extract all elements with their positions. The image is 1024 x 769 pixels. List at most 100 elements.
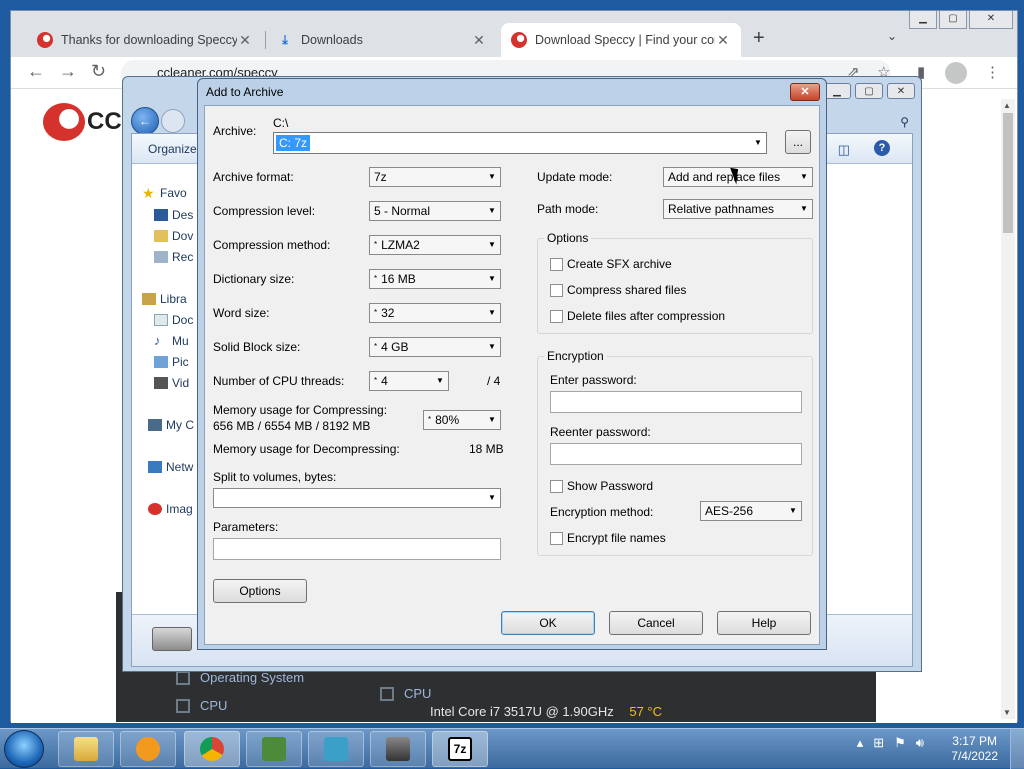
nav-computer[interactable]: My C [148, 418, 194, 432]
checkbox-box[interactable] [550, 479, 563, 493]
memory-usage-select[interactable]: * 80% ▼ [423, 410, 501, 430]
show-desktop-button[interactable] [1010, 729, 1024, 769]
forward-arrow-icon[interactable] [161, 109, 185, 133]
archive-name-input[interactable]: C: 7z ▼ [273, 132, 767, 154]
cpu-threads-select[interactable]: * 4 ▼ [369, 371, 449, 391]
reenter-password-label: Reenter password: [550, 425, 651, 439]
action-center-icon[interactable]: ⚑ [894, 735, 906, 751]
profile-avatar-icon[interactable] [945, 62, 967, 84]
cpu-model: Intel Core i7 3517U @ 1.90GHz [430, 704, 614, 719]
preview-pane-icon[interactable]: ◫ [838, 142, 850, 158]
nav-downloads[interactable]: Dov [154, 229, 193, 243]
delete-after-checkbox[interactable]: Delete files after compression [550, 309, 725, 323]
help-icon[interactable]: ? [874, 140, 890, 156]
password-input[interactable] [550, 391, 802, 413]
compress-shared-checkbox[interactable]: Compress shared files [550, 283, 686, 297]
archive-format-select[interactable]: 7z ▼ [369, 167, 501, 187]
taskbar-archive-tool[interactable] [370, 731, 426, 767]
compression-method-select[interactable]: * LZMA2 ▼ [369, 235, 501, 255]
reenter-password-input[interactable] [550, 443, 802, 465]
help-button[interactable]: Help [717, 611, 811, 635]
taskbar-network-tool[interactable] [246, 731, 302, 767]
nav-favorites[interactable]: ★ Favo [142, 186, 187, 200]
volume-icon[interactable]: 🔊︎ [916, 735, 924, 751]
taskbar-chrome[interactable] [184, 731, 240, 767]
organize-button[interactable]: Organize [148, 142, 197, 156]
close-icon[interactable]: ✕ [887, 83, 915, 99]
nav-libraries[interactable]: Libra [142, 292, 187, 306]
speccy-cpu-label: CPU [200, 698, 228, 713]
scroll-up-icon[interactable]: ▲ [1003, 101, 1011, 110]
nav-videos[interactable]: Vid [154, 376, 189, 390]
menu-kebab-icon[interactable]: ⋮ [985, 63, 1000, 81]
tab-downloads[interactable]: ⤓ Downloads ✕ [267, 23, 497, 57]
nav-imag[interactable]: Imag [148, 502, 193, 516]
solid-block-select[interactable]: * 4 GB ▼ [369, 337, 501, 357]
new-tab-icon[interactable]: + [753, 27, 765, 50]
checkbox-label: Create SFX archive [567, 257, 672, 271]
taskbar-7zip[interactable]: 7z [432, 731, 488, 767]
ccleaner-logo[interactable]: CCl [43, 103, 128, 141]
browse-button[interactable]: ... [785, 130, 811, 154]
back-arrow-icon[interactable]: ← [131, 107, 159, 135]
close-icon[interactable]: ✕ [969, 11, 1013, 29]
search-icon[interactable]: ⚲ [900, 115, 909, 129]
tick-icon: * [374, 240, 378, 249]
nav-documents[interactable]: Doc [154, 313, 193, 327]
scrollbar-thumb[interactable] [1003, 113, 1013, 233]
taskbar-explorer[interactable] [58, 731, 114, 767]
checkbox-box[interactable] [550, 531, 563, 545]
maximize-icon[interactable]: ▢ [939, 11, 967, 29]
clock[interactable]: 3:17 PM 7/4/2022 [951, 734, 998, 764]
tab-thanks[interactable]: Thanks for downloading Speccy ✕ [27, 23, 263, 57]
ccleaner-favicon-icon [511, 32, 527, 48]
close-icon[interactable]: ✕ [790, 83, 820, 101]
forward-arrow-icon[interactable]: → [59, 61, 77, 82]
encrypt-names-checkbox[interactable]: Encrypt file names [550, 531, 666, 545]
cancel-button[interactable]: Cancel [609, 611, 703, 635]
split-volumes-select[interactable]: ▼ [213, 488, 501, 508]
taskbar-installer[interactable] [308, 731, 364, 767]
minimize-icon[interactable]: ▁ [823, 83, 851, 99]
nav-network[interactable]: Netw [148, 460, 193, 474]
tab-close-icon[interactable]: ✕ [715, 32, 731, 49]
start-button[interactable] [4, 730, 44, 768]
cpu-icon [380, 686, 394, 701]
nav-label: Dov [172, 229, 194, 243]
select-value: 80% [435, 413, 460, 427]
nav-desktop[interactable]: Des [154, 208, 193, 222]
show-hidden-icons-icon[interactable]: ▴ [857, 735, 864, 751]
tab-close-icon[interactable]: ✕ [471, 32, 487, 49]
maximize-icon[interactable]: ▢ [855, 83, 883, 99]
page-scrollbar[interactable]: ▲ ▼ [1001, 99, 1015, 719]
checkbox-box[interactable] [550, 309, 563, 323]
options-button[interactable]: Options [213, 579, 307, 603]
show-password-checkbox[interactable]: Show Password [550, 479, 653, 493]
network-icon[interactable]: ⊞ [873, 735, 884, 751]
parameters-input[interactable] [213, 538, 501, 560]
speccy-cpu-section: CPU [380, 686, 431, 701]
ccleaner-favicon-icon [37, 32, 53, 48]
taskbar-media-player[interactable] [120, 731, 176, 767]
back-arrow-icon[interactable]: ← [27, 61, 45, 82]
nav-pictures[interactable]: Pic [154, 355, 189, 369]
dictionary-size-select[interactable]: * 16 MB ▼ [369, 269, 501, 289]
nav-recent[interactable]: Rec [154, 250, 193, 264]
select-value: Add and replace files [668, 170, 781, 184]
minimize-icon[interactable]: ▁ [909, 11, 937, 29]
tab-close-icon[interactable]: ✕ [237, 32, 253, 49]
dropdown-arrow-icon[interactable]: ▼ [750, 133, 766, 153]
chevron-down-icon[interactable]: ⌄ [887, 29, 897, 43]
encryption-method-select[interactable]: AES-256 ▼ [700, 501, 802, 521]
create-sfx-checkbox[interactable]: Create SFX archive [550, 257, 672, 271]
ok-button[interactable]: OK [501, 611, 595, 635]
compression-level-select[interactable]: 5 - Normal ▼ [369, 201, 501, 221]
nav-music[interactable]: ♪ Mu [154, 334, 189, 348]
checkbox-box[interactable] [550, 283, 563, 297]
scroll-down-icon[interactable]: ▼ [1003, 708, 1011, 717]
tab-speccy[interactable]: Download Speccy | Find your cor ✕ [501, 23, 741, 57]
checkbox-box[interactable] [550, 257, 563, 271]
word-size-select[interactable]: * 32 ▼ [369, 303, 501, 323]
reload-icon[interactable]: ↻ [91, 61, 106, 82]
path-mode-select[interactable]: Relative pathnames ▼ [663, 199, 813, 219]
